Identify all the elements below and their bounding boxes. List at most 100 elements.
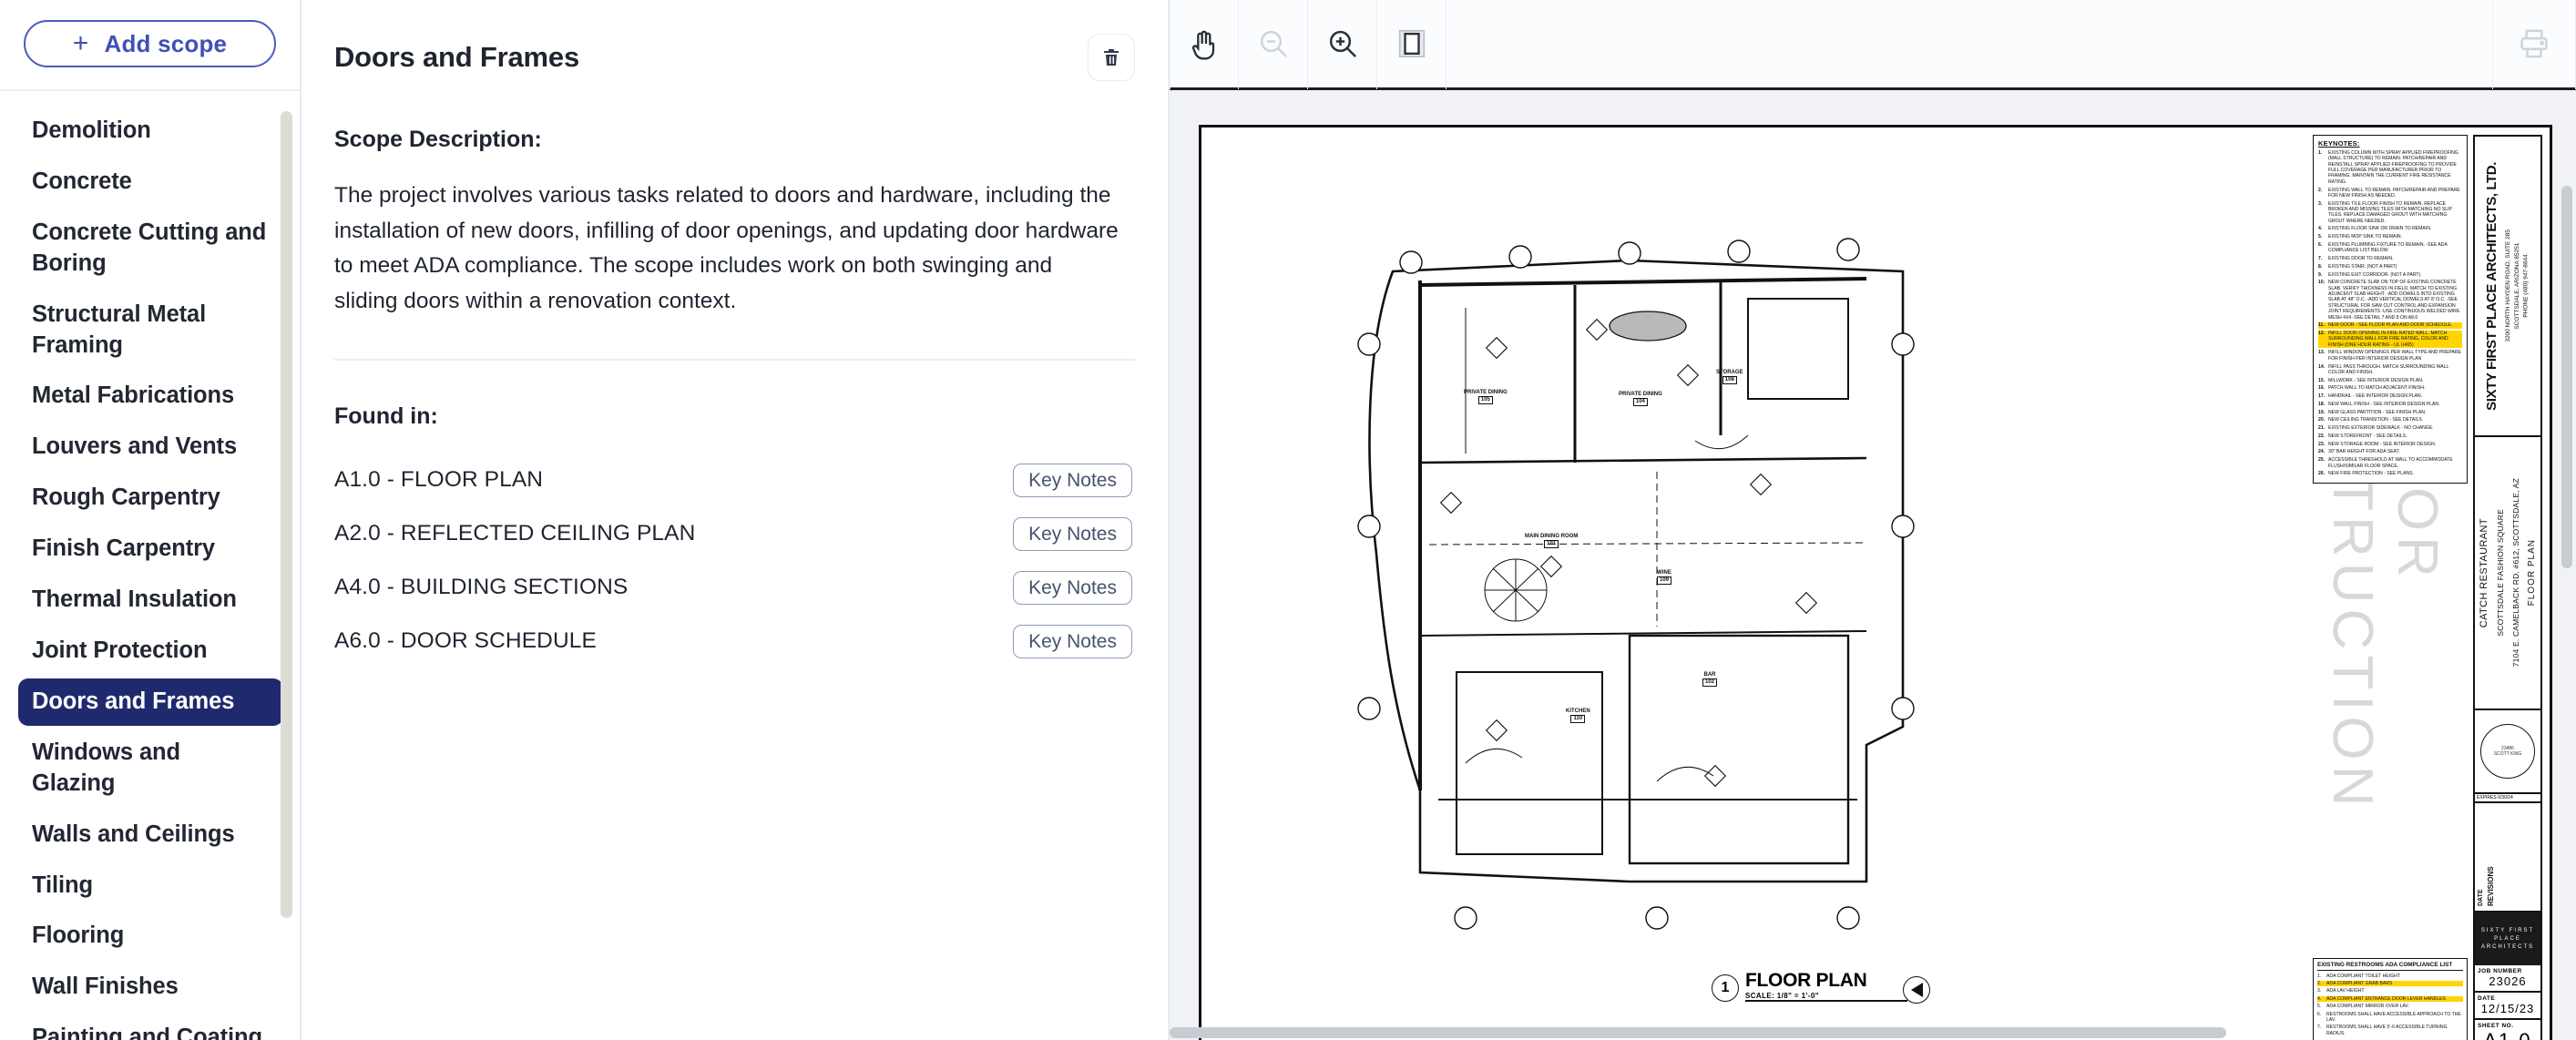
sidebar-item-tiling[interactable]: Tiling	[18, 862, 283, 910]
app-root: + Add scope Demolition Concrete Concrete C…	[0, 0, 2576, 1040]
key-notes-button[interactable]: Key Notes	[1013, 463, 1132, 497]
keynote-text: NEW CONCRETE SLAB ON TOP OF EXISTING CON…	[2328, 280, 2460, 321]
print-button[interactable]	[2492, 0, 2576, 89]
keynote-number: 18.	[2318, 401, 2326, 407]
ada-title: EXISTING RESTROOMS ADA COMPLIANCE LIST	[2317, 962, 2463, 971]
keynote-text: NEW GLASS PARTITION - SEE FINISH PLAN.	[2328, 409, 2427, 415]
key-notes-button[interactable]: Key Notes	[1013, 570, 1132, 605]
ada-item: 4. ADA COMPLIANT ENTRANCE DOOR LEVER HAND…	[2317, 995, 2463, 1003]
date-value: 12/15/23	[2480, 1002, 2535, 1015]
sidebar-item-rough-carpentry[interactable]: Rough Carpentry	[18, 474, 283, 522]
keynote-item: 9. EXISTING EXIT CORRIDOR. (NOT A PART).	[2318, 272, 2462, 278]
keynote-text: NEW STOREFRONT - SEE DETAILS.	[2328, 433, 2407, 439]
sidebar-item-concrete[interactable]: Concrete	[18, 158, 283, 206]
keynote-text: EXISTING PLUMBING FIXTURE TO REMAIN. -SE…	[2328, 241, 2448, 254]
room-tag: WINE 109	[1657, 570, 1672, 585]
room-name: WINE	[1657, 570, 1671, 576]
firm-address: 3200 NORTH HAYDEN ROAD, SUITE 285 SCOTTS…	[2504, 229, 2530, 342]
keynote-text: PATCH WALL TO MATCH ADJACENT FINISH.	[2328, 385, 2426, 392]
sidebar-item-finish-carpentry[interactable]: Finish Carpentry	[18, 525, 283, 573]
keynote-number: 25.	[2318, 457, 2326, 464]
sidebar-item-walls-and-ceilings[interactable]: Walls and Ceilings	[18, 811, 283, 859]
pdf-canvas[interactable]: NOT FOR CONSTRUCTION	[1170, 90, 2576, 1040]
keynote-item: 8. EXISTING STAIR. (NOT A PART)	[2318, 264, 2462, 270]
keynote-number: 24.	[2318, 449, 2326, 455]
sidebar-item-flooring[interactable]: Flooring	[18, 913, 283, 960]
keynote-number: 1.	[2318, 150, 2323, 156]
keynote-text: EXISTING EXIT CORRIDOR. (NOT A PART).	[2328, 271, 2422, 278]
trash-icon	[1104, 49, 1119, 66]
sidebar-item-louvers-and-vents[interactable]: Louvers and Vents	[18, 423, 283, 471]
keynote-item: 3. EXISTING TILE FLOOR FINISH TO REMAIN. …	[2318, 201, 2462, 224]
keynote-item: 19. NEW GLASS PARTITION - SEE FINISH PLAN…	[2318, 410, 2462, 415]
sidebar-item-demolition[interactable]: Demolition	[18, 107, 283, 155]
zoom-in-button[interactable]	[1308, 0, 1377, 89]
keynote-text: EXISTING WALL TO REMAIN. PATCH/REPAIR AN…	[2328, 187, 2460, 199]
delete-scope-button[interactable]	[1088, 34, 1135, 81]
sidebar-item-concrete-cutting-and-boring[interactable]: Concrete Cutting and Boring	[18, 209, 283, 288]
sidebar-item-structural-metal-framing[interactable]: Structural Metal Framing	[18, 291, 283, 370]
keynote-text: NEW CEILING TRANSITION - SEE DETAILS.	[2328, 417, 2424, 423]
found-in-label: Found in:	[334, 403, 438, 429]
keynote-text: ACCESSIBLE THRESHOLD AT WALL TO ACCOMMOD…	[2328, 457, 2453, 469]
magnifier-minus-icon	[1260, 30, 1287, 58]
room-name: BAR	[1703, 672, 1716, 678]
sheet-title: FLOOR PLAN	[2527, 539, 2537, 607]
key-notes-button[interactable]: Key Notes	[1013, 516, 1132, 551]
ada-text: ADA COMPLIANT MIRROR OVER LAV.	[2326, 1004, 2409, 1010]
keynote-item: 26. NEW FIRE PROTECTION - SEE PLANS.	[2318, 471, 2462, 476]
found-in-sheet-name: A2.0 - REFLECTED CEILING PLAN	[334, 521, 696, 546]
keynote-number: 20.	[2318, 417, 2326, 423]
room-number: 104	[1632, 397, 1648, 406]
page-title: Doors and Frames	[334, 41, 579, 73]
revisions-date-label: DATE	[2478, 889, 2484, 906]
keynote-text: EXISTING COLUMN WITH SPRAY APPLIED FIREP…	[2328, 150, 2458, 185]
room-tag: BAR 102	[1702, 672, 1718, 687]
room-name: KITCHEN	[1566, 709, 1590, 714]
scope-description-label: Scope Description:	[334, 127, 542, 152]
plan-number: 1	[1712, 974, 1739, 1002]
viewer-vertical-scrollbar[interactable]	[2561, 186, 2572, 1035]
revisions-label: REVISIONS	[2487, 866, 2495, 906]
keynote-item: 13. INFILL WINDOW OPENINGS PER WALL TYPE …	[2318, 350, 2462, 362]
key-notes-button[interactable]: Key Notes	[1013, 624, 1132, 658]
sidebar-item-metal-fabrications[interactable]: Metal Fabrications	[18, 372, 283, 420]
keynote-item: 18. NEW WALL FINISH - SEE INTERIOR DESIGN…	[2318, 402, 2462, 407]
sidebar-scrollbar[interactable]	[281, 111, 292, 918]
project-address: 7104 E. CAMELBACK RD. #612, SCOTTSDALE, …	[2511, 478, 2520, 668]
keynote-text: INFILL WINDOW OPENINGS PER WALL TYPE AND…	[2328, 350, 2461, 362]
viewer-horizontal-scrollbar[interactable]	[1170, 1027, 2560, 1038]
keynote-number: 7.	[2318, 256, 2323, 262]
sidebar-item-wall-finishes[interactable]: Wall Finishes	[18, 964, 283, 1011]
keynote-text: EXISTING DOOR TO REMAIN.	[2328, 256, 2394, 262]
sidebar-item-joint-protection[interactable]: Joint Protection	[18, 627, 283, 675]
date-block: DATE 12/15/23	[2475, 993, 2540, 1020]
ada-number: 1.	[2317, 973, 2322, 979]
keynote-number: 12.	[2318, 331, 2326, 336]
room-tag: MAIN DINING ROOM 101	[1525, 534, 1578, 548]
room-number: 109	[1657, 576, 1672, 585]
sidebar-item-thermal-insulation[interactable]: Thermal Insulation	[18, 576, 283, 624]
detail-header: Doors and Frames	[334, 0, 1135, 81]
zoom-out-button[interactable]	[1239, 0, 1308, 89]
add-scope-button[interactable]: + Add scope	[24, 20, 276, 67]
ada-number: 3.	[2317, 988, 2322, 994]
firm-phone: PHONE (480) 947-8644	[2522, 254, 2530, 318]
pan-tool-button[interactable]	[1170, 0, 1239, 89]
page-fit-button[interactable]	[1377, 0, 1446, 89]
revisions-block: DATE REVISIONS	[2475, 803, 2540, 913]
keynote-item: 5. EXISTING MOP SINK TO REMAIN.	[2318, 234, 2462, 240]
scope-list[interactable]: Demolition Concrete Concrete Cutting and B…	[0, 91, 300, 1040]
keynote-item: 21. EXISTING EXTERIOR SIDEWALK - NO CHANG…	[2318, 425, 2462, 431]
scope-description-text: The project involves various tasks relat…	[334, 183, 1119, 314]
seal-name: SCOTT KING	[2493, 751, 2522, 757]
ada-text: ADA COMPLIANT ENTRANCE DOOR LEVER HANDLE…	[2326, 995, 2446, 1002]
sidebar-item-windows-and-glazing[interactable]: Windows and Glazing	[18, 729, 283, 808]
keynotes-panel: KEYNOTES: 1. EXISTING COLUMN WITH SPRAY A…	[2313, 135, 2468, 484]
keynote-item: 10. NEW CONCRETE SLAB ON TOP OF EXISTING …	[2318, 280, 2462, 321]
project-block: CATCH RESTAURANT SCOTTSDALE FASHION SQUA…	[2475, 437, 2540, 710]
sidebar-item-painting-and-coating[interactable]: Painting and Coating	[18, 1015, 283, 1040]
keynote-number: 14.	[2318, 363, 2326, 370]
keynote-number: 5.	[2318, 234, 2323, 240]
sidebar-item-doors-and-frames[interactable]: Doors and Frames	[18, 678, 283, 726]
